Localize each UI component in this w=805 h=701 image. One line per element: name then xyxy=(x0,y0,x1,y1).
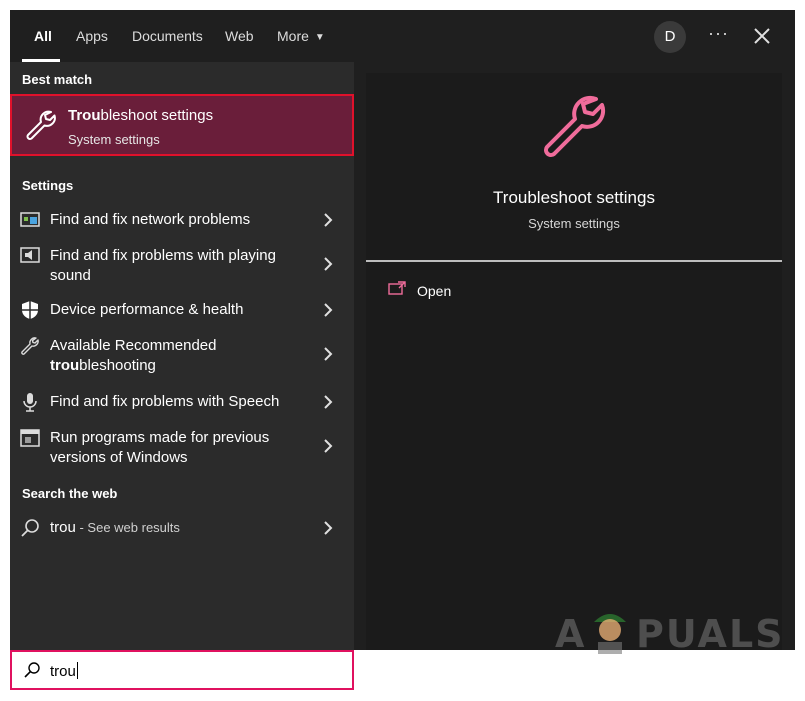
match-highlight: trou xyxy=(50,357,80,374)
best-match-title-rest: bleshoot settings xyxy=(100,107,214,124)
watermark-mascot-icon xyxy=(594,614,626,654)
settings-item-compatibility[interactable]: Run programs made for previous versions … xyxy=(10,422,354,468)
tab-more[interactable]: More ▼ xyxy=(277,10,325,62)
chevron-right-icon xyxy=(324,303,333,317)
tab-more-label: More xyxy=(277,28,309,44)
speaker-icon xyxy=(20,247,40,263)
chevron-right-icon xyxy=(324,213,333,227)
settings-item-line2: troubleshooting xyxy=(50,356,300,376)
text-caret xyxy=(76,662,78,679)
search-icon xyxy=(21,519,39,537)
section-heading-web: Search the web xyxy=(22,486,118,501)
wrench-icon xyxy=(21,337,39,355)
chevron-right-icon xyxy=(324,439,333,453)
web-result-label: trou - See web results xyxy=(50,518,300,538)
wrench-icon xyxy=(26,110,56,140)
preview-divider xyxy=(366,260,782,262)
app-window-icon xyxy=(20,429,40,447)
settings-item-sound[interactable]: Find and fix problems with playing sound xyxy=(10,240,354,286)
tab-all[interactable]: All xyxy=(34,10,52,62)
ellipsis-icon[interactable]: ··· xyxy=(708,23,729,44)
settings-item-label: Run programs made for previous versions … xyxy=(50,428,300,468)
caret-down-icon: ▼ xyxy=(314,32,325,43)
search-icon xyxy=(24,662,40,678)
chevron-right-icon xyxy=(324,521,333,535)
watermark-left: A xyxy=(555,612,587,656)
settings-item-network[interactable]: Find and fix network problems xyxy=(10,204,354,236)
settings-item-line2-rest: bleshooting xyxy=(79,357,156,374)
best-match-title: Troubleshoot settings xyxy=(68,107,213,124)
settings-item-speech[interactable]: Find and fix problems with Speech xyxy=(10,386,354,418)
settings-item-label: Find and fix problems with playing sound xyxy=(50,246,300,286)
chevron-right-icon xyxy=(324,257,333,271)
settings-item-label: Available Recommended troubleshooting xyxy=(50,336,300,376)
web-result-query: trou xyxy=(50,519,76,536)
account-avatar[interactable]: D xyxy=(654,21,686,53)
settings-item-device-health[interactable]: Device performance & health xyxy=(10,294,354,326)
settings-item-line2: versions of Windows xyxy=(50,449,188,466)
search-input-value: trou xyxy=(50,662,78,680)
settings-item-label: Device performance & health xyxy=(50,301,244,318)
open-action[interactable]: Open xyxy=(417,283,451,299)
preview-title: Troubleshoot settings xyxy=(493,188,655,207)
section-heading-settings: Settings xyxy=(22,178,74,193)
settings-item-line2: sound xyxy=(50,267,91,284)
web-search-result[interactable]: trou - See web results xyxy=(10,512,354,544)
web-result-suffix: - See web results xyxy=(75,520,180,535)
chevron-right-icon xyxy=(324,347,333,361)
close-icon[interactable] xyxy=(750,24,774,48)
wrench-icon xyxy=(544,95,606,157)
watermark-right: PUALS xyxy=(636,612,785,656)
microphone-icon xyxy=(23,393,37,412)
network-icon xyxy=(20,212,40,227)
settings-item-label: Find and fix problems with Speech xyxy=(50,393,280,410)
settings-item-line1: Run programs made for previous xyxy=(50,429,270,446)
best-match-title-highlight: Trou xyxy=(68,107,101,124)
tab-web[interactable]: Web xyxy=(225,10,254,62)
search-input-text: trou xyxy=(50,663,76,680)
tab-documents[interactable]: Documents xyxy=(132,10,203,62)
settings-item-recommended-troubleshooting[interactable]: Available Recommended troubleshooting xyxy=(10,330,354,376)
settings-item-line1: Available Recommended xyxy=(50,337,217,354)
best-match-subtitle: System settings xyxy=(68,132,160,147)
settings-item-line1: Find and fix problems with playing xyxy=(50,247,276,264)
chevron-right-icon xyxy=(324,395,333,409)
preview-subtitle: System settings xyxy=(528,216,620,231)
settings-item-label: Find and fix network problems xyxy=(50,211,251,228)
search-window: All Apps Documents Web More ▼ D ··· Best … xyxy=(10,10,795,650)
search-input[interactable]: trou xyxy=(10,650,354,690)
preview-pane: Troubleshoot settings System settings Op… xyxy=(366,73,782,650)
filter-bar: All Apps Documents Web More ▼ D ··· xyxy=(10,10,795,62)
shield-icon xyxy=(22,301,38,319)
tab-apps[interactable]: Apps xyxy=(76,10,108,62)
open-icon xyxy=(388,281,406,295)
section-heading-best-match: Best match xyxy=(22,72,93,87)
results-pane: Best match Troubleshoot settings System … xyxy=(10,62,354,650)
best-match-result[interactable]: Troubleshoot settings System settings xyxy=(10,94,354,156)
